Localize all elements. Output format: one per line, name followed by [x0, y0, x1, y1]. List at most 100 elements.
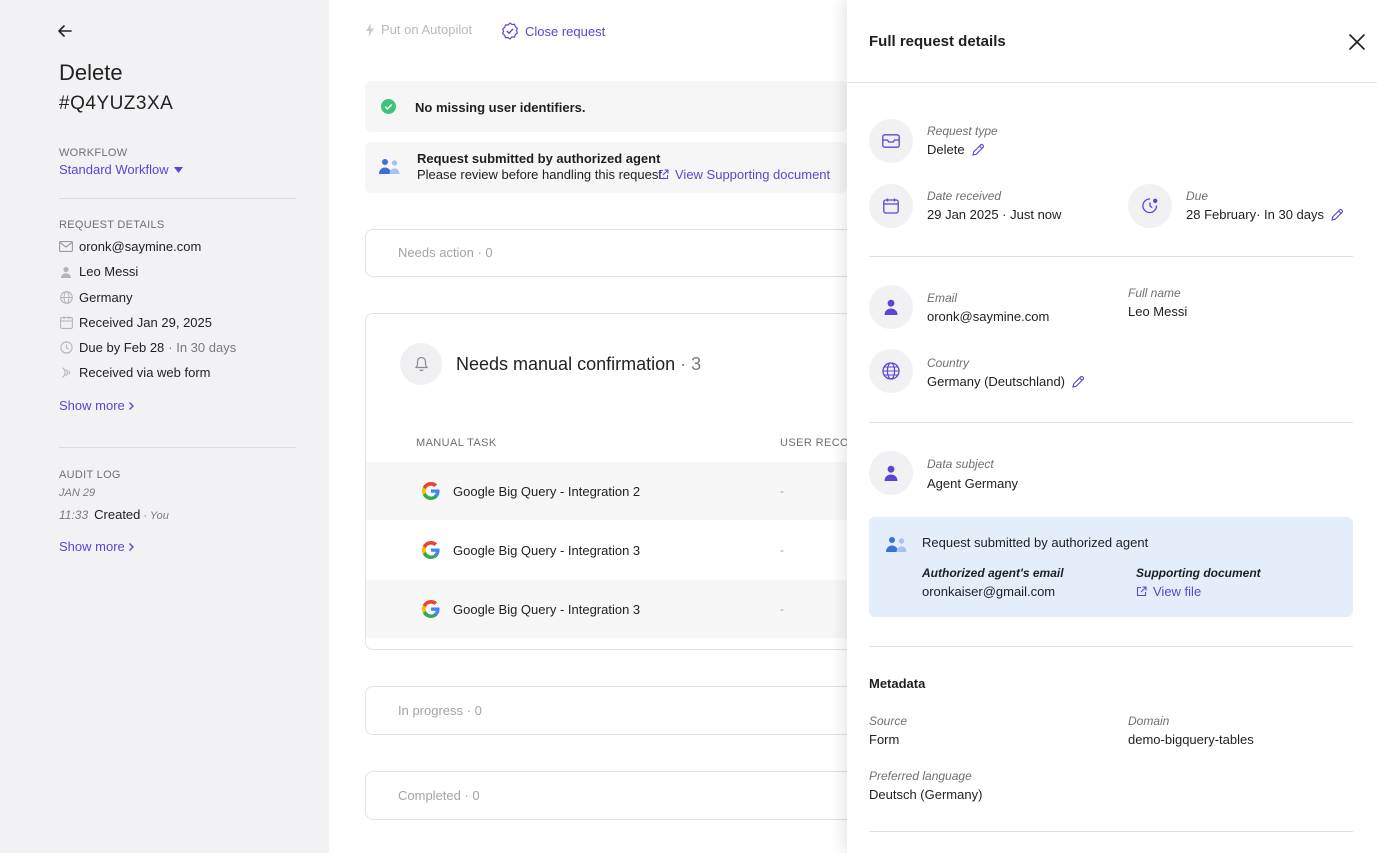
country-value: Germany (Deutschland) — [927, 374, 1085, 389]
completed-label: Completed · 0 — [398, 788, 480, 803]
request-type-badge — [869, 119, 913, 163]
signal-icon — [59, 366, 73, 380]
due-text: 28 February· In 30 days — [1186, 207, 1325, 222]
full-name-value: Leo Messi — [1128, 304, 1188, 319]
detail-due-text: Due by Feb 28 — [79, 340, 165, 355]
due-value: 28 February· In 30 days — [1186, 207, 1344, 222]
show-more-audit-link[interactable]: Show more — [59, 539, 135, 554]
audit-log-label: AUDIT LOG — [59, 469, 121, 481]
divider — [869, 422, 1353, 423]
full-name-label: Full name — [1128, 286, 1181, 300]
task-name: Google Big Query - Integration 3 — [453, 542, 641, 558]
detail-name: Leo Messi — [59, 264, 138, 279]
detail-due: Due by Feb 28 · In 30 days — [59, 340, 236, 355]
google-logo-icon — [422, 482, 440, 500]
external-link-icon — [658, 169, 669, 180]
authorized-agent-box: Request submitted by authorized agent Au… — [869, 517, 1353, 617]
detail-received-text: Received Jan 29, 2025 — [79, 315, 212, 330]
show-more-audit-label: Show more — [59, 539, 125, 554]
due-badge — [1128, 184, 1172, 228]
chevron-right-icon — [128, 542, 134, 551]
task-user-records: - — [780, 543, 784, 557]
domain-label: Domain — [1128, 714, 1170, 728]
bell-icon — [414, 356, 428, 372]
email-label: Email — [927, 291, 958, 305]
autopilot-label: Put on Autopilot — [381, 22, 473, 37]
person-icon — [59, 265, 73, 279]
country-text: Germany (Deutschland) — [927, 374, 1065, 389]
drawer-header: Full request details — [847, 0, 1377, 83]
calendar-icon — [59, 316, 73, 330]
view-file-link[interactable]: View file — [1136, 584, 1201, 599]
put-on-autopilot-button[interactable]: Put on Autopilot — [365, 22, 472, 37]
divider — [59, 198, 296, 199]
request-type-label: Request type — [927, 124, 998, 138]
external-link-icon — [1136, 586, 1147, 597]
detail-country-text: Germany — [79, 290, 133, 305]
detail-via-text: Received via web form — [79, 365, 211, 380]
close-icon[interactable] — [1347, 32, 1367, 52]
show-more-details-link[interactable]: Show more — [59, 398, 135, 413]
drawer-title: Full request details — [869, 33, 1006, 50]
pencil-icon[interactable] — [1330, 208, 1344, 222]
manual-title-text: Needs manual confirmation — [456, 354, 676, 374]
detail-due-relative: · In 30 days — [168, 340, 237, 355]
close-request-label: Close request — [525, 23, 606, 39]
request-details-drawer: Full request details Request type Delete… — [847, 0, 1377, 853]
workflow-dropdown[interactable]: Standard Workflow — [59, 162, 183, 177]
view-supporting-document-label: View Supporting document — [675, 167, 831, 182]
agent-email-value: oronkaiser@gmail.com — [922, 584, 1056, 599]
clock-icon — [59, 341, 73, 355]
workflow-label: WORKFLOW — [59, 147, 128, 159]
needs-action-section[interactable]: Needs action · 0 — [365, 229, 865, 277]
google-logo-icon — [422, 541, 440, 559]
agent-banner: Request submitted by authorized agent Pl… — [365, 142, 847, 193]
task-user-records: - — [780, 484, 784, 498]
source-value: Form — [869, 732, 900, 747]
country-badge — [869, 349, 913, 393]
back-arrow-icon[interactable] — [56, 22, 74, 40]
request-type-value: Delete — [927, 142, 985, 157]
detail-email-text: oronk@saymine.com — [79, 239, 202, 254]
main-content: Put on Autopilot Close request No missin… — [329, 0, 865, 853]
check-circle-icon — [381, 99, 396, 114]
request-details-label: REQUEST DETAILS — [59, 219, 165, 231]
supporting-document-label: Supporting document — [1136, 566, 1261, 580]
audit-date: JAN 29 — [59, 487, 96, 499]
due-label: Due — [1186, 189, 1209, 203]
show-more-label: Show more — [59, 398, 125, 413]
manual-confirmation-title: Needs manual confirmation · 3 — [456, 354, 701, 375]
pencil-icon[interactable] — [971, 143, 985, 157]
data-subject-badge — [869, 451, 913, 495]
divider — [869, 256, 1353, 257]
task-row[interactable]: Google Big Query - Integration 3 - — [366, 580, 864, 638]
view-file-label: View file — [1153, 584, 1202, 599]
audit-action: Created — [94, 507, 141, 522]
pencil-icon[interactable] — [1071, 375, 1085, 389]
globe-icon — [59, 291, 73, 305]
preferred-language-value: Deutsch (Germany) — [869, 787, 983, 802]
date-received-badge — [869, 184, 913, 228]
in-progress-section[interactable]: In progress · 0 — [365, 686, 865, 735]
data-subject-label: Data subject — [927, 457, 994, 471]
metadata-title: Metadata — [869, 676, 926, 691]
email-value: oronk@saymine.com — [927, 309, 1050, 324]
manual-confirmation-section: Needs manual confirmation · 3 MANUAL TAS… — [365, 313, 865, 650]
task-row[interactable]: Google Big Query - Integration 3 - — [366, 521, 864, 579]
close-request-button[interactable]: Close request — [501, 22, 605, 40]
agent-box-title: Request submitted by authorized agent — [922, 535, 1149, 550]
view-supporting-document-link[interactable]: View Supporting document — [658, 167, 830, 182]
country-label: Country — [927, 356, 970, 370]
google-logo-icon — [422, 600, 440, 618]
in-progress-label: In progress · 0 — [398, 703, 482, 718]
divider — [59, 447, 296, 448]
task-user-records: - — [780, 602, 784, 616]
request-type-text: Delete — [927, 142, 965, 157]
audit-time: 11:33 — [59, 508, 89, 522]
agent-email-label: Authorized agent's email — [922, 566, 1064, 580]
source-label: Source — [869, 714, 908, 728]
divider — [869, 646, 1353, 647]
audit-actor: · You — [143, 510, 169, 522]
task-row[interactable]: Google Big Query - Integration 2 - — [366, 462, 864, 520]
completed-section[interactable]: Completed · 0 — [365, 771, 865, 820]
